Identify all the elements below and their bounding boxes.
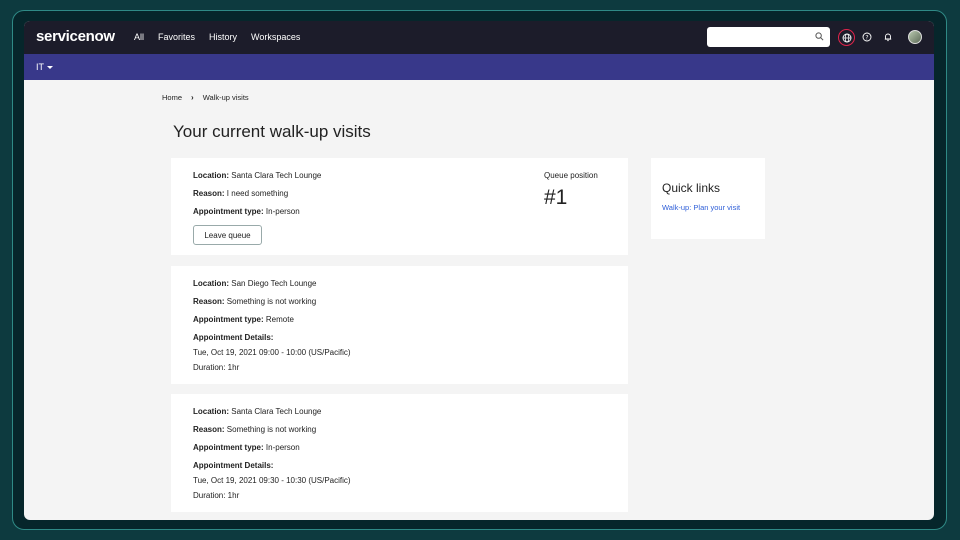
nav-favorites[interactable]: Favorites (158, 32, 195, 42)
global-search (707, 27, 830, 47)
avatar[interactable] (908, 30, 922, 44)
visit-reason: Reason: I need something (193, 189, 289, 198)
visit-location: Location: Santa Clara Tech Lounge (193, 407, 322, 416)
breadcrumb: Home › Walk-up visits (162, 93, 249, 102)
visit-location: Location: San Diego Tech Lounge (193, 279, 317, 288)
visit-appointment-type: Appointment type: In-person (193, 207, 300, 216)
nav-workspaces[interactable]: Workspaces (251, 32, 300, 42)
visit-details-time: Tue, Oct 19, 2021 09:00 - 10:00 (US/Paci… (193, 348, 351, 357)
search-input[interactable] (711, 28, 811, 46)
visit-card: Location: Santa Clara Tech Lounge Reason… (171, 158, 628, 255)
visit-appointment-type: Appointment type: Remote (193, 315, 294, 324)
visit-appointment-type: Appointment type: In-person (193, 443, 300, 452)
bell-icon[interactable] (880, 29, 896, 45)
quick-links-card: Quick links Walk-up: Plan your visit (651, 158, 765, 239)
visit-details-time: Tue, Oct 19, 2021 09:30 - 10:30 (US/Paci… (193, 476, 351, 485)
nav-history[interactable]: History (209, 32, 237, 42)
chevron-right-icon: › (191, 93, 194, 102)
visit-reason: Reason: Something is not working (193, 425, 317, 434)
plan-visit-link[interactable]: Walk-up: Plan your visit (662, 203, 740, 212)
svg-text:?: ? (865, 34, 868, 41)
app-screen: servicenow All Favorites History Workspa… (24, 21, 934, 520)
visit-reason: Reason: Something is not working (193, 297, 317, 306)
leave-queue-button[interactable]: Leave queue (193, 225, 262, 245)
visit-card: Location: Santa Clara Tech Lounge Reason… (171, 394, 628, 512)
visit-details-label: Appointment Details: (193, 333, 274, 342)
quick-links-title: Quick links (662, 181, 721, 195)
visit-duration: Duration: 1hr (193, 491, 240, 500)
globe-icon[interactable] (838, 29, 855, 46)
visit-details-label: Appointment Details: (193, 461, 274, 470)
visit-location: Location: Santa Clara Tech Lounge (193, 171, 322, 180)
queue-position-value: #1 (544, 186, 568, 209)
visit-card: Location: San Diego Tech Lounge Reason: … (171, 266, 628, 384)
help-icon[interactable]: ? (859, 29, 875, 45)
breadcrumb-current: Walk-up visits (202, 93, 249, 102)
nav-all[interactable]: All (134, 32, 144, 42)
sub-navigation-bar: IT (24, 54, 934, 80)
search-icon[interactable] (815, 32, 824, 41)
page-title: Your current walk-up visits (173, 122, 371, 141)
queue-position-label: Queue position (544, 171, 598, 180)
main-nav: All Favorites History Workspaces (134, 32, 300, 42)
top-navigation-bar: servicenow All Favorites History Workspa… (24, 21, 934, 54)
servicenow-logo[interactable]: servicenow (36, 28, 115, 45)
caret-down-icon (47, 65, 53, 69)
breadcrumb-home[interactable]: Home (162, 93, 182, 102)
visit-duration: Duration: 1hr (193, 363, 240, 372)
it-menu-label: IT (36, 62, 44, 72)
it-menu-dropdown[interactable]: IT (36, 62, 53, 72)
